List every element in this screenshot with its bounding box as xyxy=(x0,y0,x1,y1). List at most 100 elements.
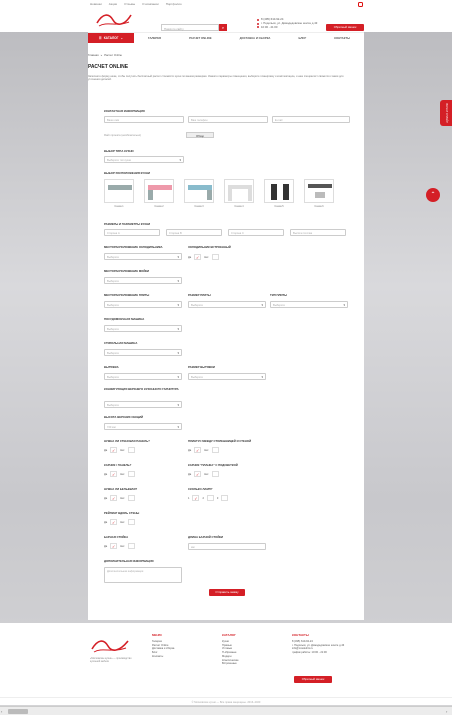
page-title: РАСЧЕТ ONLINE xyxy=(88,64,129,70)
radio-box[interactable] xyxy=(127,471,135,477)
yes-label: Да xyxy=(188,472,192,476)
hood-select[interactable]: Выберите xyxy=(104,373,182,380)
footer-contacts-title: КОНТАКТЫ xyxy=(292,633,309,637)
breadcrumb-home[interactable]: Главная xyxy=(88,53,99,57)
top-link[interactable]: Акции xyxy=(109,2,117,6)
layout-option[interactable]: Схема 5 xyxy=(264,179,294,208)
scroll-right-icon[interactable]: › xyxy=(446,709,447,714)
footer-logo[interactable] xyxy=(90,637,130,655)
layout-option[interactable]: Схема 2 xyxy=(144,179,174,208)
radio-box[interactable] xyxy=(127,495,135,501)
radio-box[interactable] xyxy=(127,447,135,453)
scrollbar-thumb[interactable] xyxy=(8,709,28,714)
washer-select[interactable]: Выберите xyxy=(104,349,182,356)
logo[interactable] xyxy=(95,11,133,29)
footer-link[interactable]: Контакты xyxy=(152,655,174,659)
check-icon[interactable]: ✓ xyxy=(192,495,200,501)
radio-box[interactable] xyxy=(211,254,219,260)
submit-button[interactable]: Отправить заявку xyxy=(209,589,245,596)
hood-size-select[interactable]: Выберите xyxy=(188,373,266,380)
layout-options: Схема 1 Схема 2 Схема 3 Схема 4 Схема 5 … xyxy=(104,179,334,208)
check-icon[interactable]: ✓ xyxy=(110,471,118,477)
count-radio[interactable]: 1 ✓ 2 3 xyxy=(188,495,229,501)
breadcrumb: Главная » Расчет Online xyxy=(88,53,122,57)
check-icon[interactable]: ✓ xyxy=(110,543,118,549)
radio-box[interactable] xyxy=(206,495,214,501)
check-icon[interactable]: ✓ xyxy=(194,447,202,453)
layout-option[interactable]: Схема 4 xyxy=(224,179,254,208)
radio-box[interactable] xyxy=(127,543,135,549)
check-icon[interactable]: ✓ xyxy=(110,447,118,453)
callback-button[interactable]: Обратный звонок xyxy=(326,24,364,31)
check-icon[interactable]: ✓ xyxy=(194,254,202,260)
fridge-select[interactable]: Выберите xyxy=(104,253,182,260)
dishwasher-select[interactable]: Выберите xyxy=(104,325,182,332)
pantry-radio[interactable]: Да ✓ Нет xyxy=(104,495,135,501)
upload-button[interactable]: Обзор xyxy=(186,132,214,138)
scroll-up-icon[interactable]: ⌃ xyxy=(426,188,440,202)
rail-label: РЕЙЛИНГ ВДОЛЬ СТЕНЫ xyxy=(104,511,140,515)
check-icon[interactable]: ✓ xyxy=(194,471,202,477)
radio-box[interactable] xyxy=(211,447,219,453)
scroll-left-icon[interactable]: ‹ xyxy=(1,709,2,714)
search-icon[interactable]: ⌕ xyxy=(219,24,227,31)
fridge-builtin-radio[interactable]: Да ✓ Нет xyxy=(188,254,219,260)
nav-item-calc[interactable]: РАСЧЕТ ONLINE xyxy=(189,36,211,40)
layout-option[interactable]: Схема 3 xyxy=(184,179,214,208)
rail-radio[interactable]: Да ✓ Нет xyxy=(104,519,135,525)
stove-type-select[interactable]: Выберите xyxy=(270,301,348,308)
check-icon[interactable]: ✓ xyxy=(110,519,118,525)
washer-label: СТИРАЛЬНАЯ МАШИНА xyxy=(104,341,138,345)
layout-caption: Схема 4 xyxy=(234,205,244,208)
calc-side-tab[interactable]: РАСЧЕТ ОНЛАЙН xyxy=(440,100,452,126)
catalog-button[interactable]: ☰ КАТАЛОГ ⌄ xyxy=(88,32,134,44)
cornice-radio[interactable]: Да ✓ Нет xyxy=(104,471,135,477)
size-a-field[interactable]: Сторона А xyxy=(104,229,160,236)
stove-size-select[interactable]: Выберите xyxy=(188,301,266,308)
nav-item-contacts[interactable]: КОНТАКТЫ xyxy=(334,36,350,40)
top-link[interactable]: Портфолио xyxy=(166,2,182,6)
bar-length-field[interactable]: мм xyxy=(188,543,266,550)
extra-textarea[interactable]: Дополнительная информация xyxy=(104,567,182,583)
layout-option[interactable]: Схема 1 xyxy=(104,179,134,208)
instagram-icon[interactable] xyxy=(358,2,363,7)
cornice-label: КАРНИЗ / ПАНЕЛЬ? xyxy=(104,463,132,467)
radio-box[interactable] xyxy=(211,471,219,477)
size-c-field[interactable]: Сторона C xyxy=(228,229,284,236)
bar-label: БАРНАЯ СТОЙКА xyxy=(104,535,129,539)
top-link[interactable]: Новинки xyxy=(90,2,102,6)
ceiling-field[interactable]: Высота потолка xyxy=(290,229,346,236)
header-hours: 10:00 - 21:00 xyxy=(261,24,278,29)
size-b-field[interactable]: Сторона B xyxy=(166,229,222,236)
phone-field[interactable]: Ваш телефон xyxy=(188,116,268,123)
email-field[interactable]: E-mail xyxy=(272,116,350,123)
nav-item-gallery[interactable]: ГАЛЕРЕЯ xyxy=(148,36,161,40)
config-select[interactable]: Выберите xyxy=(104,401,182,408)
stove-select[interactable]: Выберите xyxy=(104,301,182,308)
layout-option[interactable]: Схема 6 xyxy=(304,179,334,208)
type-select[interactable]: Выберите тип кухни xyxy=(104,156,184,163)
sink-select[interactable]: Выберите xyxy=(104,277,182,284)
layout-caption: Схема 3 xyxy=(194,205,204,208)
plinth-radio[interactable]: Да ✓ Нет xyxy=(188,447,219,453)
footer-callback-button[interactable]: Обратный звонок xyxy=(294,676,332,683)
nav-item-blog[interactable]: БЛОГ xyxy=(299,36,307,40)
plank-radio[interactable]: Да ✓ Нет xyxy=(188,471,219,477)
nav-item-delivery[interactable]: ДОСТАВКА И СБОРКА xyxy=(240,36,271,40)
intro-text: Заполните форму ниже, чтобы получить бес… xyxy=(88,75,344,82)
radio-box[interactable] xyxy=(221,495,229,501)
top-link[interactable]: О компании xyxy=(142,2,159,6)
check-icon[interactable]: ✓ xyxy=(110,495,118,501)
top-height-select[interactable]: 720 мм xyxy=(104,423,182,430)
search-input[interactable]: Поиск по сайту xyxy=(161,24,219,31)
horizontal-scrollbar[interactable]: ‹ › xyxy=(0,706,452,715)
yes-label: Да xyxy=(104,448,108,452)
top-link[interactable]: Отзывы xyxy=(124,2,135,6)
name-field[interactable]: Ваше имя xyxy=(104,116,184,123)
footer-link[interactable]: Встроенные xyxy=(222,662,239,666)
top-height-label: ВЫСОТА ВЕРХНИХ СЕКЦИЙ xyxy=(104,415,144,419)
contact-label: КОНТАКТНАЯ ИНФОРМАЦИЯ xyxy=(104,109,145,113)
wall-panel-radio[interactable]: Да ✓ Нет xyxy=(104,447,135,453)
radio-box[interactable] xyxy=(127,519,135,525)
bar-radio[interactable]: Да ✓ Нет xyxy=(104,543,135,549)
